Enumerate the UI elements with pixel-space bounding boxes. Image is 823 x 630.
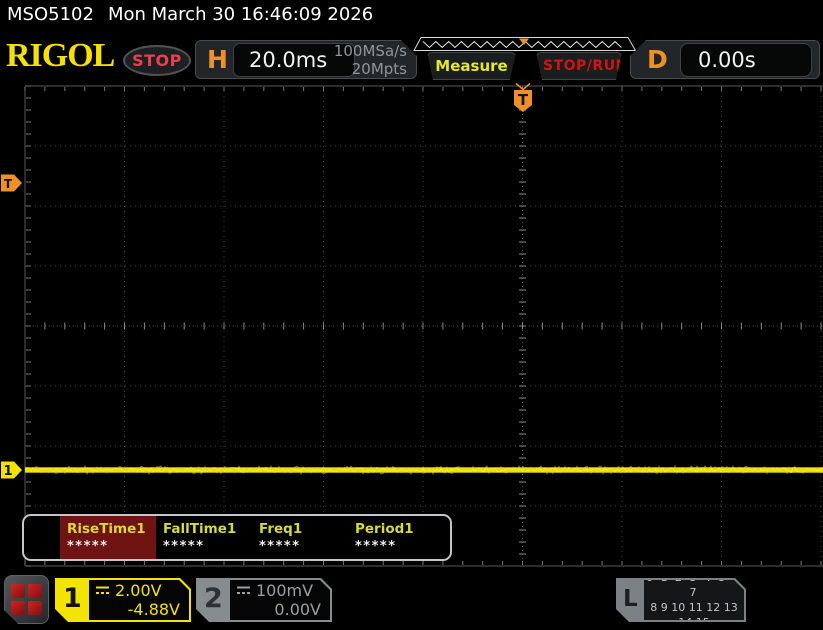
measurement-freq[interactable]: Freq1 ***** [252, 516, 348, 559]
trigger-level-marker-label: T [4, 177, 13, 191]
channel1-number: 1 [63, 583, 82, 614]
menu-grid-icon[interactable] [4, 575, 49, 624]
measurement-label: FallTime1 [163, 521, 237, 537]
logic-analyzer-label: L [623, 586, 638, 612]
logic-channels-row2: 8 9 10 11 12 13 14 15 [650, 601, 738, 629]
dc-coupling-icon [236, 585, 251, 596]
measurement-value: ***** [355, 539, 397, 554]
logic-analyzer-status[interactable]: L 0 1 2 3 4 5 6 7 8 9 10 11 12 13 14 15 [616, 578, 746, 622]
measurement-panel[interactable]: RiseTime1 ***** FallTime1 ***** Freq1 **… [22, 514, 452, 561]
channel1-offset: -4.88V [127, 600, 180, 619]
oscilloscope-screen: MSO5102 Mon March 30 16:46:09 2026 RIGOL … [0, 0, 823, 630]
channel2-number: 2 [204, 583, 223, 614]
measurement-value: ***** [67, 539, 109, 554]
measurement-label: RiseTime1 [67, 521, 146, 537]
measurement-value: ***** [259, 539, 301, 554]
measurement-falltime[interactable]: FallTime1 ***** [156, 516, 252, 559]
logic-channels-row1: 0 1 2 3 4 5 6 7 [646, 571, 742, 599]
channel2-offset: 0.00V [274, 600, 321, 619]
measurement-value: ***** [163, 539, 205, 554]
dc-coupling-icon [95, 585, 110, 596]
trigger-position-caret-icon [515, 82, 531, 91]
channel1-scale: 2.00V [115, 581, 162, 600]
channel2-values: 100mV 0.00V [230, 580, 330, 620]
channel2-status[interactable]: 2 100mV 0.00V [196, 578, 332, 622]
measurement-period[interactable]: Period1 ***** [348, 516, 444, 559]
channel1-values: 2.00V -4.88V [89, 580, 189, 620]
logic-channel-list: 0 1 2 3 4 5 6 7 8 9 10 11 12 13 14 15 [644, 580, 744, 620]
measurement-risetime[interactable]: RiseTime1 ***** [60, 516, 156, 559]
trigger-position-marker-label: T [518, 91, 529, 109]
measurement-label: Freq1 [259, 521, 303, 537]
channel2-scale: 100mV [256, 581, 314, 600]
bottom-status-bar: 1 2.00V -4.88V 2 100mV 0.00V L 0 1 2 3 4… [0, 570, 823, 630]
channel1-position-marker-label: 1 [3, 464, 12, 479]
menu-grid-squares [11, 584, 42, 615]
measurement-label: Period1 [355, 521, 414, 537]
channel1-status[interactable]: 1 2.00V -4.88V [55, 578, 191, 622]
